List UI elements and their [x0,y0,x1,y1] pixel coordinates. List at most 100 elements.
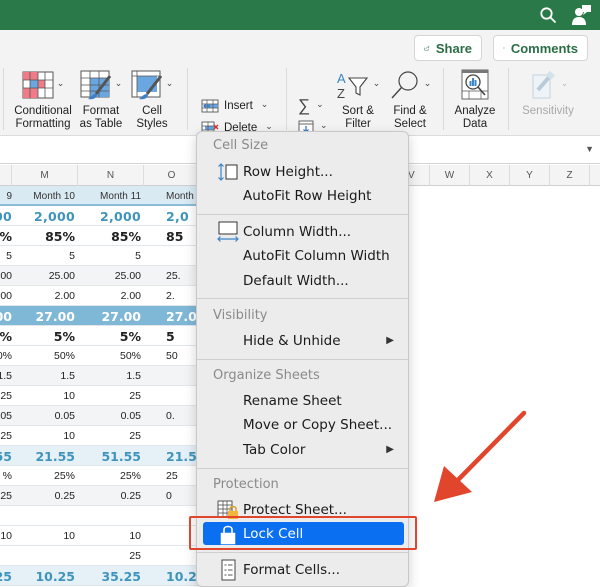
table-cell[interactable]: 25 [78,386,144,406]
table-cell[interactable]: 25 [0,566,12,586]
table-cell[interactable]: 85% [78,226,144,246]
table-cell[interactable] [144,546,200,566]
formula-bar-expand-icon[interactable]: ▼ [585,144,594,154]
table-cell[interactable]: 10 [12,426,78,446]
table-cell[interactable]: 25 [144,466,200,486]
table-cell[interactable] [0,546,12,566]
table-cell[interactable]: 85 [144,226,200,246]
insert-button[interactable]: Insert ⌄ [197,96,272,116]
table-cell[interactable] [78,506,144,526]
table-cell[interactable]: 1.5 [12,366,78,386]
table-cell[interactable] [144,386,200,406]
table-cell[interactable]: 50 [144,346,200,366]
table-cell[interactable]: 0.25 [78,486,144,506]
table-cell[interactable]: 0 [144,486,200,506]
table-cell[interactable]: 10 [0,526,12,546]
table-cell[interactable]: 9 [0,186,12,206]
table-cell[interactable]: 10.25 [12,566,78,586]
column-header-w[interactable]: W [430,165,470,186]
menu-item-row-height[interactable]: Row Height... [203,160,404,183]
menu-item-hide-unhide[interactable]: Hide & Unhide ▶ [203,329,404,352]
table-cell[interactable]: 50% [78,346,144,366]
table-cell[interactable] [12,546,78,566]
table-cell[interactable]: 0.25 [12,486,78,506]
column-header-z[interactable]: Z [550,165,590,186]
format-as-table-button[interactable]: ⌄ Format as Table [79,70,123,131]
table-cell[interactable]: 25 [0,426,12,446]
table-cell[interactable]: % [0,326,12,346]
table-cell[interactable]: 2.00 [78,286,144,306]
table-cell[interactable]: 51.55 [78,446,144,466]
table-cell[interactable]: 0.05 [78,406,144,426]
table-cell[interactable]: 00 [0,286,12,306]
table-cell[interactable]: 25 [0,486,12,506]
table-cell[interactable]: 25.00 [12,266,78,286]
table-cell[interactable]: 35.25 [78,566,144,586]
conditional-formatting-button[interactable]: ⌄ Conditional Formatting [12,70,74,131]
menu-item-autofit-row-height[interactable]: AutoFit Row Height [203,184,404,207]
menu-item-rename-sheet[interactable]: Rename Sheet [203,389,404,412]
table-cell[interactable]: 10.2 [144,566,200,586]
table-cell[interactable]: 10 [12,526,78,546]
autosum-button[interactable]: ∑ ⌄ [298,96,324,116]
column-header-n[interactable]: N [78,165,144,186]
table-cell[interactable]: 5% [78,326,144,346]
table-cell[interactable]: % [0,466,12,486]
table-cell[interactable]: 1.5 [0,366,12,386]
column-header[interactable] [0,165,12,186]
menu-item-column-width[interactable]: Column Width... [203,220,404,243]
menu-item-format-cells[interactable]: Format Cells... [203,558,404,581]
menu-item-protect-sheet[interactable]: Protect Sheet... [203,498,404,521]
table-cell[interactable]: 00 [0,266,12,286]
table-cell[interactable]: 2,000 [78,206,144,226]
analyze-data-button[interactable]: Analyze Data [452,69,498,131]
table-cell[interactable]: 0% [0,346,12,366]
table-cell[interactable]: 0.05 [0,406,12,426]
table-cell[interactable] [0,506,12,526]
table-cell[interactable] [144,366,200,386]
table-cell[interactable]: 2. [144,286,200,306]
table-cell[interactable]: 5 [78,246,144,266]
table-cell[interactable]: 25. [144,266,200,286]
table-cell[interactable] [144,246,200,266]
table-cell[interactable]: 5% [12,326,78,346]
table-cell[interactable]: 25 [78,426,144,446]
table-cell[interactable]: 25.00 [78,266,144,286]
table-cell[interactable] [144,426,200,446]
find-select-button[interactable]: ⌄ Find & Select [386,70,434,131]
table-cell[interactable]: 5 [12,246,78,266]
table-cell[interactable]: 25 [0,386,12,406]
menu-item-move-copy-sheet[interactable]: Move or Copy Sheet... [203,413,404,436]
table-cell[interactable]: 21.5 [144,446,200,466]
table-cell[interactable]: 5 [0,246,12,266]
column-header-o[interactable]: O [144,165,200,186]
share-button[interactable]: Share [414,35,482,61]
table-cell[interactable]: 55 [0,446,12,466]
table-cell[interactable]: Month 11 [78,186,144,206]
table-cell[interactable]: 25% [12,466,78,486]
user-share-icon[interactable] [570,4,592,26]
table-cell[interactable]: 25 [78,546,144,566]
table-cell[interactable]: 2,0 [144,206,200,226]
table-cell[interactable]: 0.05 [12,406,78,426]
table-cell[interactable]: 25% [78,466,144,486]
spreadsheet-grid[interactable]: 9Month 10Month 11Month002,0002,0002,0%85… [0,186,200,587]
table-cell[interactable] [144,526,200,546]
table-cell[interactable]: 10 [78,526,144,546]
table-cell[interactable] [144,506,200,526]
table-cell[interactable]: Month 10 [12,186,78,206]
menu-item-autofit-column-width[interactable]: AutoFit Column Width [203,244,404,267]
menu-item-lock-cell[interactable]: Lock Cell [203,522,404,545]
table-cell[interactable] [12,506,78,526]
table-cell[interactable]: 00 [0,306,12,326]
table-cell[interactable]: 00 [0,206,12,226]
menu-item-default-width[interactable]: Default Width... [203,269,404,292]
table-cell[interactable]: % [0,226,12,246]
table-cell[interactable]: 27.00 [78,306,144,326]
table-cell[interactable]: 2,000 [12,206,78,226]
column-header-m[interactable]: M [12,165,78,186]
table-cell[interactable]: 85% [12,226,78,246]
sort-filter-button[interactable]: A Z ⌄ Sort & Filter [334,70,382,131]
column-header-x[interactable]: X [470,165,510,186]
search-icon[interactable] [539,6,557,24]
